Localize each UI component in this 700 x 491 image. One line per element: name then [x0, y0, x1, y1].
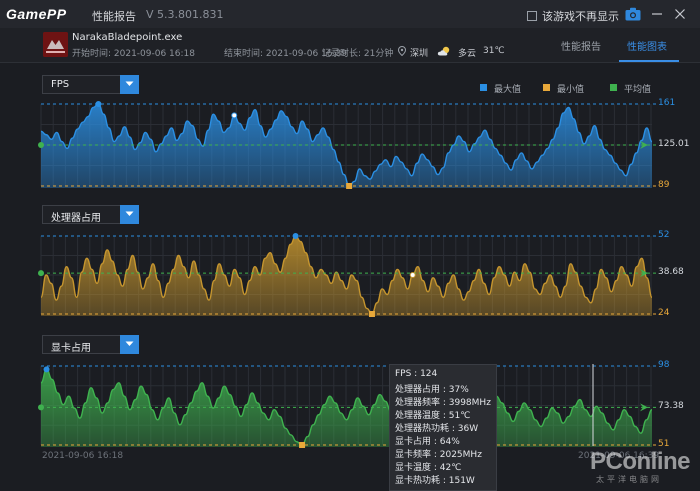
- tooltip-gpu-temp: 显卡温度 : 42℃: [395, 463, 462, 473]
- tooltip-fps: FPS : 124: [395, 369, 438, 379]
- tooltip-cpu-power: 处理器热功耗 : 36W: [395, 424, 479, 434]
- tooltip-gpu-usage: 显卡占用 : 64%: [395, 437, 460, 447]
- fps-avg-dot: [38, 141, 44, 148]
- cpu-avg-dot: [38, 270, 44, 277]
- gpu-max-point: [43, 366, 50, 373]
- cpu-min-label: 24: [658, 308, 670, 318]
- data-tooltip: FPS : 124 处理器占用 : 37% 处理器频率 : 3998MHz 处理…: [389, 364, 497, 491]
- fps-avg-label: 125.01: [658, 138, 690, 149]
- cpu-avg-label: 38.68: [658, 267, 684, 278]
- gpu-avg-dot: [38, 404, 44, 411]
- tooltip-cpu-usage: 处理器占用 : 37%: [395, 385, 469, 395]
- fps-hover-point: [231, 112, 238, 119]
- gpu-avg-label: 73.38: [658, 401, 684, 412]
- cpu-max-point: [292, 233, 299, 239]
- gpu-min-point: [299, 442, 306, 448]
- performance-charts: [38, 101, 656, 448]
- fps-max-point: [95, 101, 102, 107]
- tooltip-cpu-temp: 处理器温度 : 51℃: [395, 411, 471, 421]
- cpu-max-label: 52: [658, 230, 670, 240]
- fps-min-label: 89: [658, 180, 670, 190]
- fps-min-point: [346, 183, 353, 189]
- cpu-hover-point: [409, 272, 416, 278]
- gpu-max-label: 98: [658, 360, 670, 370]
- tooltip-cpu-freq: 处理器频率 : 3998MHz: [395, 398, 491, 408]
- tooltip-gpu-power: 显卡热功耗 : 151W: [395, 476, 475, 486]
- fps-max-label: 161: [658, 98, 676, 108]
- watermark-subtitle: 太平洋电脑网: [596, 475, 662, 484]
- time-axis-start: 2021-09-06 16:18: [42, 451, 124, 461]
- watermark-logo: PConline: [590, 448, 691, 475]
- cpu-min-point: [368, 311, 375, 317]
- tooltip-gpu-freq: 显卡频率 : 2025MHz: [395, 450, 482, 460]
